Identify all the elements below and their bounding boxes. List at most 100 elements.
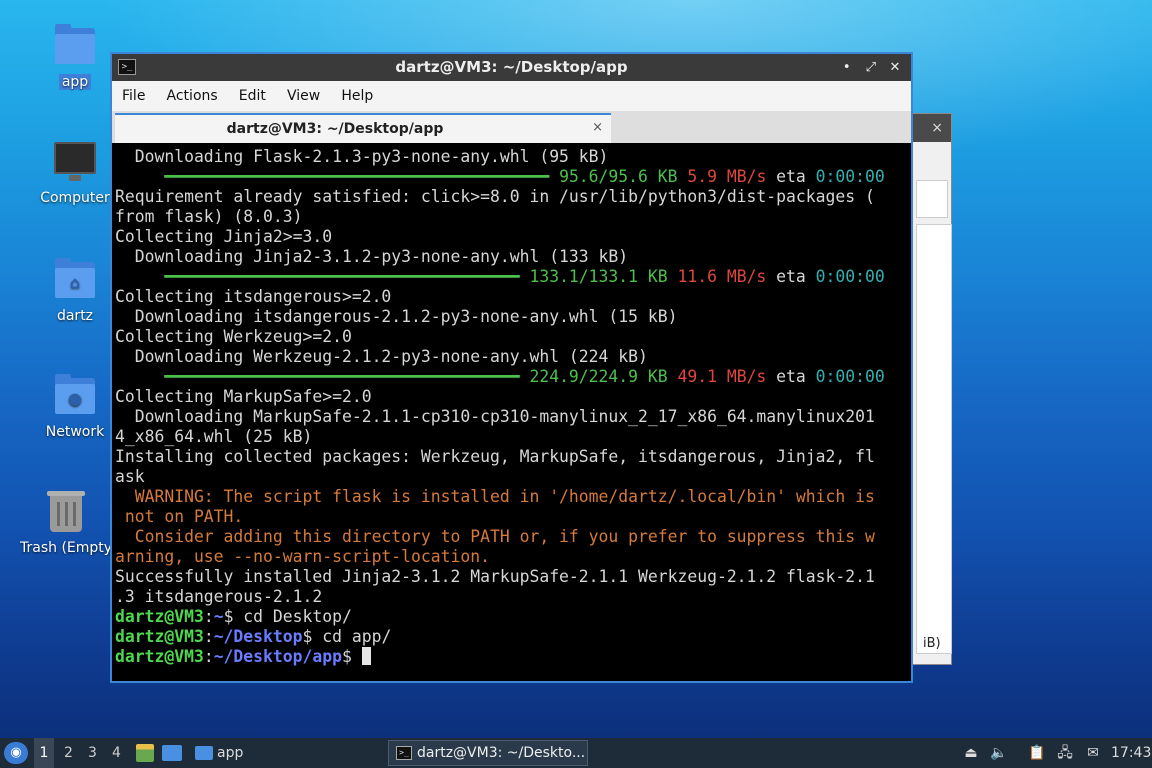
output-line: Requirement already satisfied: click>=8.…	[115, 187, 875, 206]
workspace-4[interactable]: 4	[112, 738, 121, 768]
workspace-1[interactable]: 1	[34, 738, 54, 768]
terminal-window[interactable]: >_ dartz@VM3: ~/Desktop/app • ⤢ ✕ File A…	[110, 52, 913, 683]
download-speed: 5.9 MB/s	[677, 167, 767, 186]
computer-icon	[53, 140, 97, 184]
show-desktop-icon[interactable]	[162, 745, 182, 761]
progress-line: ━━━━━━━━━━━━━━━━━━━━━━━━━━━━━━━━━━━━ 224…	[115, 367, 885, 387]
menu-bar: File Actions Edit View Help	[112, 81, 911, 111]
output-line: Downloading Jinja2-3.1.2-py3-none-any.wh…	[115, 247, 629, 266]
start-menu-icon[interactable]: ◉	[4, 742, 28, 764]
prompt-command: $ cd app/	[302, 627, 392, 646]
eta-time: 0:00:00	[805, 367, 885, 386]
network-icon[interactable]: 🖧	[1056, 744, 1074, 762]
workspace-2[interactable]: 2	[64, 738, 73, 768]
output-line: Collecting Jinja2>=3.0	[115, 227, 333, 246]
prompt-colon: :	[203, 647, 214, 666]
download-speed: 11.6 MB/s	[667, 267, 767, 286]
output-line: Collecting itsdangerous>=2.0	[115, 287, 392, 306]
eta-label: eta	[766, 267, 806, 286]
home-folder-icon: ⌂	[53, 258, 97, 302]
window-title: dartz@VM3: ~/Desktop/app	[395, 58, 628, 76]
tab-label: dartz@VM3: ~/Desktop/app	[226, 121, 444, 137]
eta-label: eta	[766, 167, 806, 186]
progress-line: ━━━━━━━━━━━━━━━━━━━━━━━━━━━━━━━━━━━━ 133…	[115, 267, 884, 287]
prompt-line: dartz@VM3:~/Desktop/app$	[115, 647, 885, 667]
file-manager-launcher-icon[interactable]	[136, 744, 154, 762]
prompt-line: dartz@VM3:~/Desktop$ cd app/	[115, 627, 885, 647]
clipboard-icon[interactable]: 📋	[1028, 744, 1046, 762]
download-size: 133.1/133.1 KB	[519, 267, 668, 286]
prompt-path: ~	[213, 607, 224, 626]
folder-icon	[195, 746, 213, 760]
output-line: Successfully installed Jinja2-3.1.2 Mark…	[115, 567, 875, 586]
desktop-icon-label: app	[58, 74, 92, 90]
eta-time: 0:00:00	[805, 167, 885, 186]
close-button[interactable]: ✕	[885, 54, 905, 81]
desktop-icon-label: dartz	[56, 308, 94, 324]
menu-edit[interactable]: Edit	[231, 81, 274, 111]
menu-actions[interactable]: Actions	[159, 81, 226, 111]
taskbar-window-label: dartz@VM3: ~/Deskto...	[417, 745, 586, 761]
notification-icon[interactable]: ✉	[1084, 744, 1102, 762]
progress-line: ━━━━━━━━━━━━━━━━━━━━━━━━━━━━━━━━━━━━━━━ …	[115, 167, 885, 187]
volume-icon[interactable]: 🔈	[990, 744, 1008, 762]
output-line: Downloading Flask-2.1.3-py3-none-any.whl…	[115, 147, 609, 166]
taskbar-terminal-button[interactable]: >_ dartz@VM3: ~/Deskto...	[388, 740, 588, 766]
trash-icon	[44, 490, 88, 534]
menu-help[interactable]: Help	[333, 81, 381, 111]
terminal-output: Downloading Flask-2.1.3-py3-none-any.whl…	[115, 147, 885, 667]
desktop-icon-label: Network	[45, 424, 105, 440]
output-line: Collecting Werkzeug>=2.0	[115, 327, 352, 346]
background-window-text: iB)	[923, 636, 941, 651]
output-line: from flask) (8.0.3)	[115, 207, 303, 226]
minimize-button[interactable]: •	[837, 54, 857, 81]
prompt-colon: :	[203, 607, 214, 626]
prompt-colon: :	[203, 627, 214, 646]
output-line: Downloading Werkzeug-2.1.2-py3-none-any.…	[115, 347, 648, 366]
menu-view[interactable]: View	[279, 81, 328, 111]
progress-bar: ━━━━━━━━━━━━━━━━━━━━━━━━━━━━━━━━━━━━	[115, 367, 520, 386]
text-cursor	[361, 647, 371, 665]
desktop-icon-trash[interactable]: Trash (Empty)	[20, 490, 112, 556]
prompt-user: dartz@VM3	[115, 627, 204, 646]
download-size: 224.9/224.9 KB	[519, 367, 668, 386]
background-window-content: iB)	[916, 224, 952, 654]
terminal-screen[interactable]: Downloading Flask-2.1.3-py3-none-any.whl…	[112, 143, 911, 681]
eject-icon[interactable]: ⏏	[962, 744, 980, 762]
maximize-button[interactable]: ⤢	[861, 54, 881, 81]
output-line: Collecting MarkupSafe>=2.0	[115, 387, 372, 406]
prompt-user: dartz@VM3	[115, 607, 204, 626]
output-line: Downloading itsdangerous-2.1.2-py3-none-…	[115, 307, 678, 326]
title-bar[interactable]: >_ dartz@VM3: ~/Desktop/app • ⤢ ✕	[112, 54, 911, 81]
tab-close-button[interactable]: ×	[592, 115, 603, 141]
prompt-command: $ cd Desktop/	[223, 607, 352, 626]
output-line: Downloading MarkupSafe-2.1.1-cp310-cp310…	[115, 407, 875, 426]
progress-bar: ━━━━━━━━━━━━━━━━━━━━━━━━━━━━━━━━━━━━	[115, 267, 520, 286]
prompt-user: dartz@VM3	[115, 647, 204, 666]
output-line: Installing collected packages: Werkzeug,…	[115, 447, 875, 466]
workspace-3[interactable]: 3	[88, 738, 97, 768]
download-size: 95.6/95.6 KB	[549, 167, 678, 186]
prompt-path: ~/Desktop	[213, 627, 303, 646]
output-line: ask	[115, 467, 145, 486]
eta-label: eta	[766, 367, 806, 386]
menu-file[interactable]: File	[112, 81, 153, 111]
terminal-icon: >_	[396, 746, 412, 760]
prompt-line: dartz@VM3:~$ cd Desktop/	[115, 607, 885, 627]
folder-icon	[53, 24, 97, 68]
prompt-path: ~/Desktop/app	[213, 647, 342, 666]
warning-line: WARNING: The script flask is installed i…	[115, 487, 875, 506]
output-line: .3 itsdangerous-2.1.2	[115, 587, 323, 606]
download-speed: 49.1 MB/s	[667, 367, 767, 386]
background-window-panel	[916, 180, 948, 218]
clock[interactable]: 17:43	[1111, 738, 1151, 768]
terminal-tab[interactable]: dartz@VM3: ~/Desktop/app ×	[115, 113, 611, 143]
progress-bar: ━━━━━━━━━━━━━━━━━━━━━━━━━━━━━━━━━━━━━━━	[115, 167, 550, 186]
network-folder-icon: ●	[53, 374, 97, 418]
warning-line: arning, use --no-warn-script-location.	[115, 547, 490, 566]
warning-line: not on PATH.	[115, 507, 244, 526]
output-line: 4_x86_64.whl (25 kB)	[115, 427, 313, 446]
taskbar-folder-app[interactable]: app	[217, 738, 243, 768]
desktop-icon-label: Trash (Empty)	[20, 540, 112, 556]
taskbar: ◉ 1 2 3 4 app >_ dartz@VM3: ~/Deskto... …	[0, 738, 1152, 768]
